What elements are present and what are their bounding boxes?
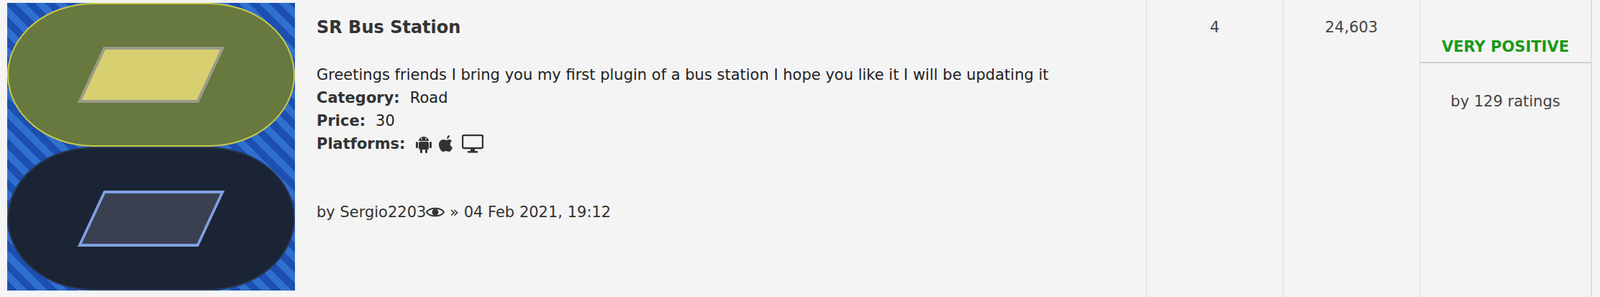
rating-cell: VERY POSITIVE by 129 ratings <box>1420 0 1592 297</box>
rating-label: VERY POSITIVE <box>1420 35 1591 64</box>
apple-icon <box>438 134 455 154</box>
views-count: 24,603 <box>1283 0 1421 297</box>
day-preview <box>7 2 295 147</box>
post-date: 04 Feb 2021, 19:12 <box>464 200 612 224</box>
plugin-thumbnail[interactable] <box>7 2 295 291</box>
plugin-field: Price:30 <box>316 109 1132 133</box>
desktop-icon <box>461 134 484 154</box>
android-icon <box>415 134 432 154</box>
plugin-field: Category:Road <box>316 86 1132 110</box>
night-preview <box>7 146 295 291</box>
replies-count: 4 <box>1146 0 1284 297</box>
rating-count: by 129 ratings <box>1420 89 1591 113</box>
plugin-info: SR Bus Station Greetings friends I bring … <box>302 0 1147 297</box>
author-link[interactable]: Sergio2203 <box>339 200 426 224</box>
plugin-title[interactable]: SR Bus Station <box>316 15 1132 39</box>
platforms-field: Platforms: <box>316 132 1132 156</box>
author-line: by Sergio2203 » 04 Feb 2021, 19:12 <box>316 200 1132 224</box>
plugin-row: SR Bus Station Greetings friends I bring … <box>0 0 1600 297</box>
plugin-description: Greetings friends I bring you my first p… <box>316 63 1132 87</box>
thumbnail-cell <box>0 0 303 297</box>
eye-icon[interactable] <box>425 205 445 219</box>
